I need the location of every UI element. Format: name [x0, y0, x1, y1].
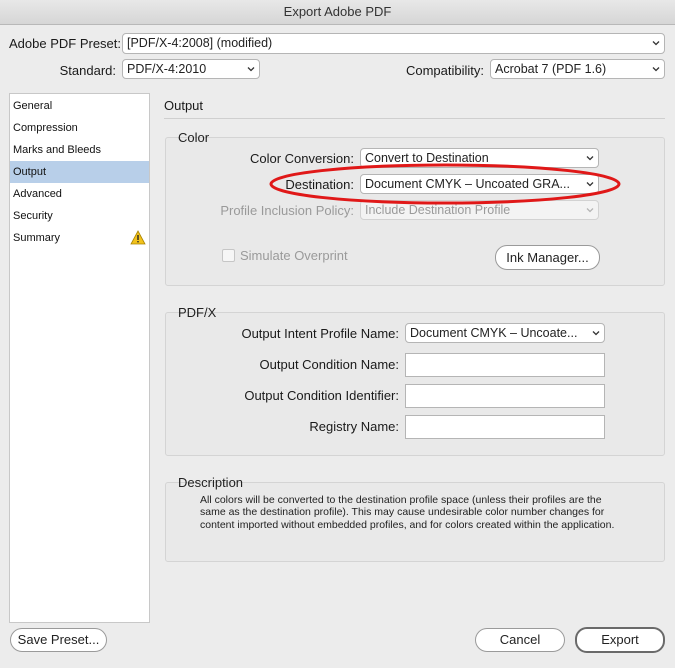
sidebar-item-compression[interactable]: Compression — [10, 117, 149, 139]
description-line: All colors will be converted to the dest… — [200, 494, 602, 506]
sidebar-item-output[interactable]: Output — [10, 161, 149, 183]
sidebar-item-label: Compression — [13, 122, 78, 134]
description-line: content imported without embedded profil… — [200, 518, 615, 531]
standard-label: Standard: — [59, 63, 116, 78]
compatibility-select[interactable]: Acrobat 7 (PDF 1.6) — [490, 59, 665, 79]
output-condition-name-label: Output Condition Name: — [259, 357, 399, 372]
category-sidebar: General Compression Marks and Bleeds Out… — [9, 93, 150, 623]
chevron-down-icon — [652, 39, 660, 46]
export-label: Export — [601, 632, 639, 647]
preset-label: Adobe PDF Preset: — [9, 36, 121, 51]
sidebar-item-label: Security — [13, 210, 53, 222]
save-preset-label: Save Preset... — [17, 632, 100, 647]
registry-name-field[interactable] — [405, 415, 605, 439]
compatibility-label: Compatibility: — [405, 63, 484, 78]
sidebar-item-security[interactable]: Security — [10, 205, 149, 227]
description-line: same as the destination profile). This m… — [200, 506, 605, 519]
standard-select[interactable]: PDF/X-4:2010 — [122, 59, 260, 79]
preset-select[interactable]: [PDF/X-4:2008] (modified) — [122, 33, 665, 54]
warning-icon — [130, 230, 146, 253]
sidebar-item-label: General — [13, 100, 53, 112]
description-text: All colors will be converted to the dest… — [200, 494, 660, 531]
cancel-label: Cancel — [499, 632, 541, 647]
description-group-title: Description — [178, 475, 244, 490]
output-condition-identifier-field[interactable] — [405, 384, 605, 408]
chevron-down-icon — [247, 65, 255, 72]
chevron-down-icon — [592, 329, 600, 336]
cancel-button[interactable]: Cancel — [475, 628, 565, 652]
chevron-down-icon — [586, 154, 594, 161]
save-preset-button[interactable]: Save Preset... — [10, 628, 107, 652]
export-button[interactable]: Export — [575, 627, 665, 653]
sidebar-item-advanced[interactable]: Advanced — [10, 183, 149, 205]
sidebar-item-label: Summary — [13, 232, 61, 244]
chevron-down-icon — [586, 206, 594, 213]
sidebar-item-label: Output — [13, 166, 47, 178]
window-titlebar: Export Adobe PDF — [0, 0, 675, 25]
sidebar-item-label: Advanced — [13, 188, 62, 200]
output-intent-value: Document CMYK – Uncoate... — [410, 326, 578, 340]
sidebar-item-marks-and-bleeds[interactable]: Marks and Bleeds — [10, 139, 149, 161]
chevron-down-icon — [652, 65, 660, 72]
output-condition-identifier-label: Output Condition Identifier: — [244, 388, 399, 403]
compatibility-value: Acrobat 7 (PDF 1.6) — [495, 62, 607, 76]
preset-value: [PDF/X-4:2008] (modified) — [127, 36, 273, 50]
sidebar-item-general[interactable]: General — [10, 95, 149, 117]
window-title: Export Adobe PDF — [283, 4, 392, 19]
color-group-title: Color — [178, 130, 210, 145]
registry-name-label: Registry Name: — [309, 419, 399, 434]
ink-manager-label: Ink Manager... — [506, 250, 589, 265]
sidebar-item-label: Marks and Bleeds — [13, 144, 102, 156]
output-intent-select[interactable]: Document CMYK – Uncoate... — [405, 323, 605, 343]
output-intent-label: Output Intent Profile Name: — [241, 326, 399, 341]
ink-manager-button[interactable]: Ink Manager... — [495, 245, 600, 270]
pdfx-group-title: PDF/X — [178, 305, 217, 320]
sidebar-item-summary[interactable]: Summary — [10, 227, 149, 249]
panel-divider — [164, 118, 665, 119]
simulate-overprint-label: Simulate Overprint — [240, 248, 348, 263]
highlight-ellipse — [269, 163, 621, 205]
simulate-overprint-checkbox[interactable] — [222, 249, 235, 262]
output-condition-name-field[interactable] — [405, 353, 605, 377]
panel-title: Output — [164, 98, 204, 113]
standard-value: PDF/X-4:2010 — [127, 62, 207, 76]
